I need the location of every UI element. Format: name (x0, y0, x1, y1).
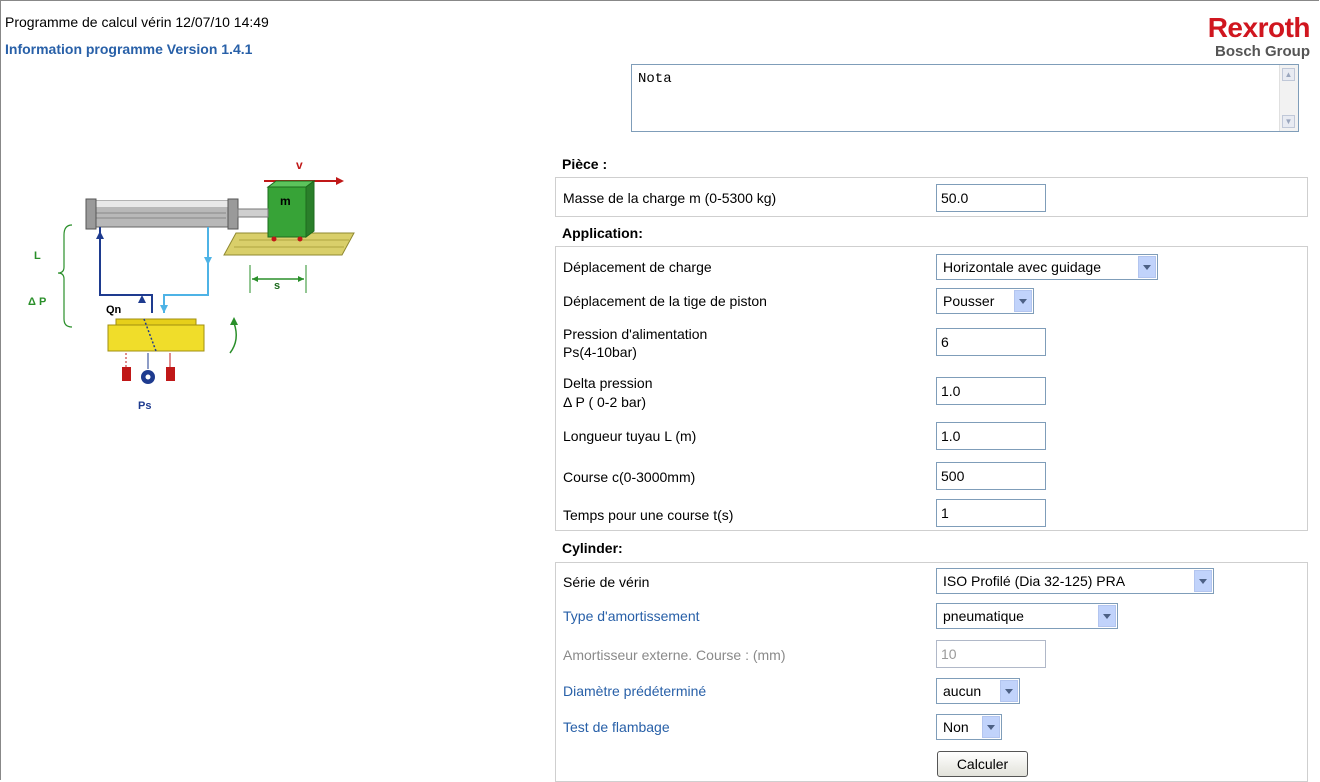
pression-label-line2: Ps(4-10bar) (563, 344, 637, 360)
delta-p-label: Δ P (28, 296, 46, 308)
chevron-down-icon[interactable] (982, 716, 1000, 738)
chevron-down-icon[interactable] (1014, 290, 1032, 312)
temps-label: Temps pour une course t(s) (563, 507, 734, 523)
deplacement-tige-label: Déplacement de la tige de piston (563, 293, 767, 309)
version-info-link[interactable]: Information programme Version 1.4.1 (5, 41, 252, 57)
scroll-down-icon[interactable]: ▼ (1282, 115, 1295, 128)
logo-sub: Bosch Group (1214, 43, 1310, 60)
section-cylinder-title: Cylinder: (562, 540, 623, 556)
nota-box: ▲ ▼ (631, 64, 1299, 132)
velocity-label: v (296, 158, 303, 172)
temps-input[interactable] (936, 499, 1046, 527)
masse-label: Masse de la charge m (0-5300 kg) (563, 190, 777, 206)
deplacement-tige-value: Pousser (943, 293, 995, 309)
deplacement-tige-select[interactable]: Pousser (936, 288, 1034, 314)
diametre-value: aucun (943, 683, 982, 699)
logo-brand: Rexroth (1207, 12, 1311, 43)
flambage-value: Non (943, 719, 969, 735)
application-box (555, 246, 1308, 531)
delta-label-line1: Delta pression (563, 375, 653, 391)
stroke-s-label: s (274, 280, 280, 292)
delta-label-line2: Δ P ( 0-2 bar) (563, 394, 647, 410)
amortissement-select[interactable]: pneumatique (936, 603, 1118, 629)
page-title: Programme de calcul vérin 12/07/10 14:49 (5, 14, 269, 30)
deplacement-charge-label: Déplacement de charge (563, 259, 712, 275)
nota-scrollbar[interactable]: ▲ ▼ (1279, 65, 1298, 131)
serie-select[interactable]: ISO Profilé (Dia 32-125) PRA (936, 568, 1214, 594)
course-input[interactable] (936, 462, 1046, 490)
amortisseur-label: Amortisseur externe. Course : (mm) (563, 647, 786, 663)
chevron-down-icon[interactable] (1000, 680, 1018, 702)
amortissement-value: pneumatique (943, 608, 1024, 624)
scroll-up-icon[interactable]: ▲ (1282, 68, 1295, 81)
longueur-label: Longueur tuyau L (m) (563, 428, 697, 444)
cylinder-diagram: v m s L Δ P Qn Ps (28, 158, 355, 412)
diametre-select[interactable]: aucun (936, 678, 1020, 704)
supply-ps-label: Ps (138, 400, 151, 412)
pression-label-line1: Pression d'alimentation (563, 326, 708, 342)
chevron-down-icon[interactable] (1098, 605, 1116, 627)
cylinder-box (555, 562, 1308, 782)
longueur-input[interactable] (936, 422, 1046, 450)
delta-input[interactable] (936, 377, 1046, 405)
serie-label: Série de vérin (563, 574, 650, 590)
masse-input[interactable] (936, 184, 1046, 212)
chevron-down-icon[interactable] (1138, 256, 1156, 278)
mass-label: m (280, 194, 291, 208)
pression-input[interactable] (936, 328, 1046, 356)
calculer-button[interactable]: Calculer (937, 751, 1028, 777)
chevron-down-icon[interactable] (1194, 570, 1212, 592)
nota-textarea[interactable] (632, 65, 1280, 131)
amortissement-label[interactable]: Type d'amortissement (563, 607, 700, 625)
section-piece-title: Pièce : (562, 156, 608, 172)
amortisseur-input (936, 640, 1046, 668)
serie-value: ISO Profilé (Dia 32-125) PRA (943, 573, 1126, 589)
deplacement-charge-select[interactable]: Horizontale avec guidage (936, 254, 1158, 280)
diametre-label[interactable]: Diamètre prédéterminé (563, 682, 706, 700)
flow-qn-label: Qn (106, 304, 122, 316)
course-label: Course c(0-3000mm) (563, 469, 696, 485)
rexroth-logo: Rexroth Bosch Group (1182, 12, 1311, 60)
deplacement-charge-value: Horizontale avec guidage (943, 259, 1101, 275)
section-application-title: Application: (562, 225, 643, 241)
flambage-select[interactable]: Non (936, 714, 1002, 740)
flambage-label[interactable]: Test de flambage (563, 718, 670, 736)
length-label: L (34, 250, 41, 262)
